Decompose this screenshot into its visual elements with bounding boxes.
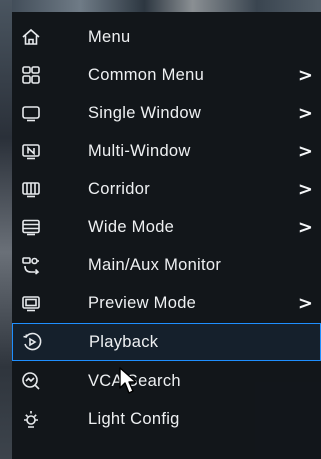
background-video-strip — [0, 0, 321, 12]
chevron-right-icon: > — [297, 292, 313, 314]
preview-mode-icon — [18, 290, 44, 316]
menu-item-label: Main/Aux Monitor — [88, 255, 222, 274]
light-config-icon — [18, 406, 44, 432]
mouse-pointer-icon — [119, 367, 137, 394]
menu-item-wide-mode[interactable]: Wide Mode > — [12, 208, 321, 246]
wide-mode-icon — [18, 214, 44, 240]
menu-item-vca-search[interactable]: VCA Search — [12, 362, 321, 400]
multi-window-icon — [18, 138, 44, 164]
menu-item-label: Preview Mode — [88, 293, 197, 312]
menu-item-corridor[interactable]: Corridor > — [12, 170, 321, 208]
background-video-edge — [0, 0, 12, 459]
context-menu: Menu Common Menu > Single Window > Multi… — [12, 12, 321, 459]
corridor-icon — [18, 176, 44, 202]
menu-item-common-menu[interactable]: Common Menu > — [12, 56, 321, 94]
menu-item-label: Single Window — [88, 103, 202, 122]
menu-item-multi-window[interactable]: Multi-Window > — [12, 132, 321, 170]
menu-item-main-aux-monitor[interactable]: Main/Aux Monitor — [12, 246, 321, 284]
menu-item-label: Common Menu — [88, 65, 205, 84]
chevron-right-icon: > — [297, 216, 313, 238]
playback-icon — [19, 329, 45, 355]
monitor-switch-icon — [18, 252, 44, 278]
menu-item-single-window[interactable]: Single Window > — [12, 94, 321, 132]
menu-item-label: Light Config — [88, 409, 180, 428]
chevron-right-icon: > — [297, 102, 313, 124]
menu-item-menu[interactable]: Menu — [12, 18, 321, 56]
vca-search-icon — [18, 368, 44, 394]
menu-item-label: Multi-Window — [88, 141, 191, 160]
menu-item-label: Wide Mode — [88, 217, 175, 236]
chevron-right-icon: > — [297, 178, 313, 200]
menu-item-playback[interactable]: Playback — [12, 323, 321, 361]
menu-item-light-config[interactable]: Light Config — [12, 400, 321, 438]
grid-icon — [18, 62, 44, 88]
chevron-right-icon: > — [297, 140, 313, 162]
menu-item-label: Corridor — [88, 179, 150, 198]
home-icon — [18, 24, 44, 50]
single-window-icon — [18, 100, 44, 126]
menu-item-label: Playback — [89, 332, 159, 351]
menu-item-preview-mode[interactable]: Preview Mode > — [12, 284, 321, 322]
chevron-right-icon: > — [297, 64, 313, 86]
menu-item-label: Menu — [88, 27, 131, 46]
